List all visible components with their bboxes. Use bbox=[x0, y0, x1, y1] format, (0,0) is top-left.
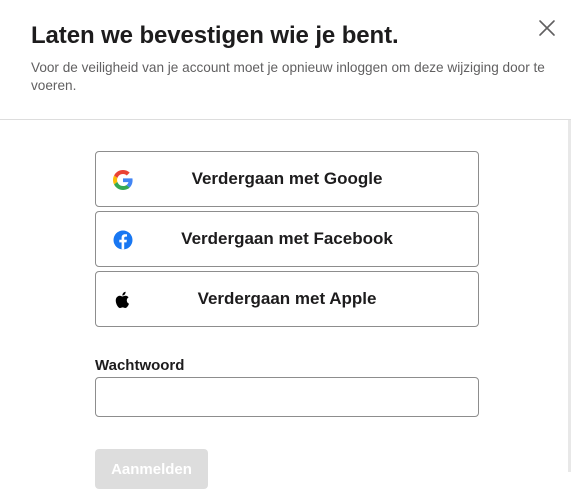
continue-google-button[interactable]: Verdergaan met Google bbox=[95, 151, 479, 207]
dialog-header: Laten we bevestigen wie je bent. Voor de… bbox=[0, 0, 571, 120]
close-icon bbox=[539, 20, 555, 36]
continue-google-label: Verdergaan met Google bbox=[191, 169, 383, 188]
password-label: Wachtwoord bbox=[95, 357, 185, 374]
dialog-subtitle: Voor de veiligheid van je account moet j… bbox=[31, 60, 545, 93]
sign-in-button[interactable]: Aanmelden bbox=[95, 449, 208, 489]
continue-apple-button[interactable]: Verdergaan met Apple bbox=[95, 271, 479, 327]
dialog-title: Laten we bevestigen wie je bent. bbox=[31, 22, 399, 49]
close-button[interactable] bbox=[536, 17, 558, 39]
reauth-dialog: Laten we bevestigen wie je bent. Voor de… bbox=[0, 0, 571, 504]
continue-facebook-label: Verdergaan met Facebook bbox=[181, 229, 393, 248]
continue-apple-label: Verdergaan met Apple bbox=[197, 289, 377, 308]
password-input[interactable] bbox=[95, 377, 479, 417]
continue-facebook-button[interactable]: Verdergaan met Facebook bbox=[95, 211, 479, 267]
